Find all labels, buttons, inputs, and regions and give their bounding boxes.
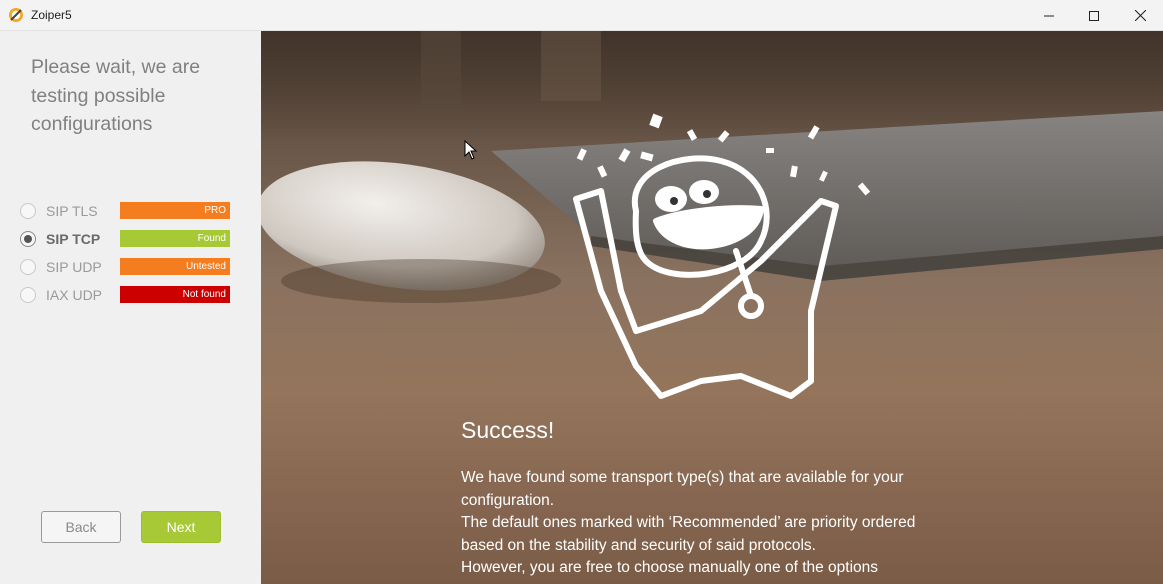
close-button[interactable]: [1117, 0, 1163, 31]
next-button[interactable]: Next: [141, 511, 221, 543]
radio-button-sip-udp[interactable]: [20, 259, 36, 275]
window-title: Zoiper5: [31, 8, 72, 22]
minimize-button[interactable]: [1026, 0, 1072, 31]
transport-option-sip-udp[interactable]: SIP UDP Untested: [20, 256, 232, 278]
success-title: Success!: [461, 417, 555, 443]
radio-button-sip-tcp[interactable]: [20, 231, 36, 247]
transport-option-iax-udp[interactable]: IAX UDP Not found: [20, 284, 232, 306]
option-label: SIP TCP: [46, 231, 101, 247]
status-badge: Untested: [120, 258, 230, 275]
option-label: SIP TLS: [46, 203, 98, 219]
description-paragraph: We have found some transport type(s) tha…: [461, 469, 904, 509]
maximize-icon: [1089, 10, 1099, 21]
title-bar: Zoiper5: [0, 0, 1163, 31]
radio-button-sip-tls[interactable]: [20, 203, 36, 219]
status-badge: PRO: [120, 202, 230, 219]
option-label: SIP UDP: [46, 259, 102, 275]
status-badge: Found: [120, 230, 230, 247]
description-paragraph: The default ones marked with ‘Recommende…: [461, 514, 916, 554]
description-paragraph: However, you are free to choose manually…: [461, 559, 879, 577]
mouse-cursor-icon: [464, 140, 478, 160]
option-label: IAX UDP: [46, 287, 103, 303]
close-icon: [1134, 10, 1146, 21]
status-badge: Not found: [120, 286, 230, 303]
robot-mascot-icon: [573, 113, 871, 399]
transport-option-sip-tls[interactable]: SIP TLS PRO: [20, 200, 232, 222]
hero-panel: Success! We have found some transport ty…: [261, 31, 1163, 584]
radio-button-iax-udp[interactable]: [20, 287, 36, 303]
sidebar: Please wait, we are testing possible con…: [0, 31, 261, 584]
minimize-icon: [1044, 15, 1054, 16]
status-heading: Please wait, we are testing possible con…: [31, 56, 201, 135]
transport-option-sip-tcp[interactable]: SIP TCP Found: [20, 228, 232, 250]
back-button[interactable]: Back: [41, 511, 121, 543]
maximize-button[interactable]: [1071, 0, 1117, 31]
description-text: We have found some transport type(s) tha…: [461, 467, 921, 580]
zoiper-logo-icon: [9, 8, 23, 22]
